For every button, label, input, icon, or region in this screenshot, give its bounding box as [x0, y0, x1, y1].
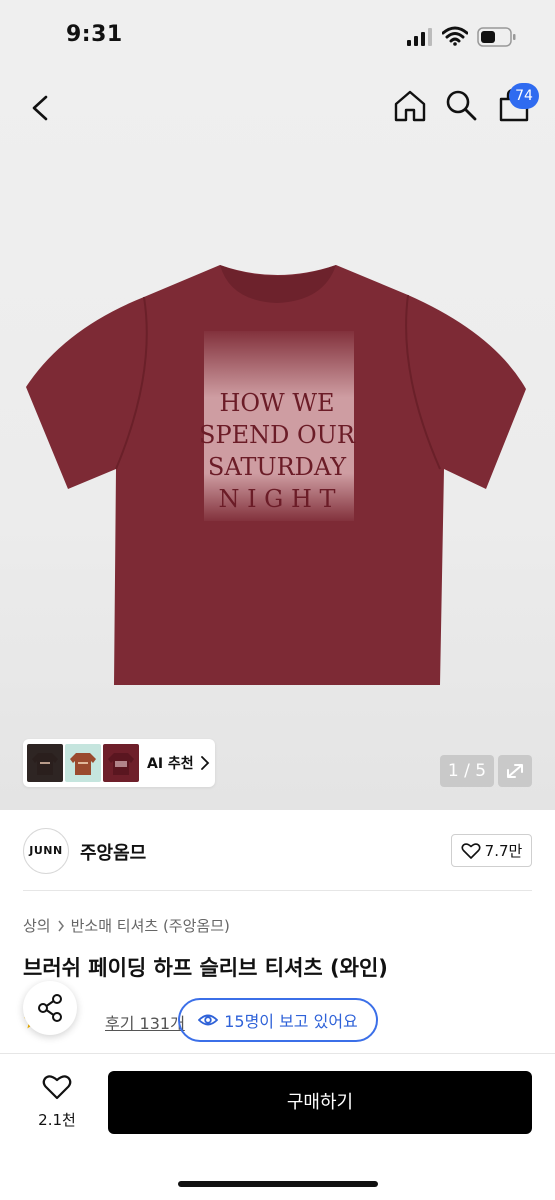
status-time: 9:31	[66, 22, 123, 47]
recommend-thumb-2[interactable]	[65, 744, 101, 782]
product-detail-screen: 9:31 74 HOW WE SPEND OUR SATURDAY N I G …	[0, 0, 555, 1200]
viewers-text: 15명이 보고 있어요	[224, 1012, 358, 1031]
recommend-thumb-1[interactable]	[27, 744, 63, 782]
review-count-link[interactable]: 후기 131개	[105, 1010, 185, 1034]
product-image-gallery[interactable]: 74 HOW WE SPEND OUR SATURDAY N I G H T A…	[0, 75, 555, 810]
brand-logo[interactable]: JUNN	[23, 828, 69, 874]
heart-outline-icon	[461, 842, 481, 859]
chevron-right-icon	[58, 920, 64, 931]
brand-like-button[interactable]: 7.7만	[451, 834, 532, 867]
viewers-pill: 15명이 보고 있어요	[178, 998, 378, 1042]
cart-count-badge: 74	[509, 83, 539, 109]
print-line-1: HOW WE	[219, 389, 334, 417]
eye-icon	[198, 1014, 219, 1026]
brand-name[interactable]: 주앙옴므	[80, 839, 146, 865]
divider	[0, 1053, 555, 1054]
print-line-4: N I G H T	[218, 485, 335, 513]
search-icon[interactable]	[443, 87, 479, 123]
expand-image-button[interactable]	[498, 755, 532, 787]
print-line-3: SATURDAY	[208, 453, 347, 481]
recommend-thumb-3[interactable]	[103, 744, 139, 782]
share-button[interactable]	[23, 981, 77, 1035]
status-bar: 9:31	[0, 0, 555, 75]
signal-icon	[407, 28, 432, 46]
expand-icon	[507, 764, 523, 778]
heart-outline-icon	[42, 1075, 72, 1100]
print-line-2: SPEND OUR	[199, 421, 356, 449]
breadcrumb-category[interactable]: 상의	[23, 915, 51, 936]
home-indicator	[178, 1181, 378, 1187]
review-row: 후기 131개 15명이 보고 있어요	[23, 998, 443, 1042]
home-icon[interactable]	[391, 87, 429, 125]
breadcrumb-subcategory[interactable]: 반소매 티셔츠 (주앙옴므)	[71, 915, 230, 936]
share-icon	[38, 994, 62, 1022]
divider	[23, 890, 532, 891]
chevron-right-icon	[200, 756, 209, 770]
ai-recommend-label: AI 추천	[147, 756, 194, 772]
product-image-tshirt: HOW WE SPEND OUR SATURDAY N I G H T	[26, 265, 526, 685]
breadcrumb: 상의 반소매 티셔츠 (주앙옴므)	[23, 915, 230, 936]
back-chevron-icon[interactable]	[22, 89, 60, 127]
buy-button[interactable]: 구매하기	[108, 1071, 532, 1134]
product-title: 브러쉬 페이딩 하프 슬리브 티셔츠 (와인)	[23, 956, 388, 980]
battery-icon	[477, 27, 516, 47]
ai-recommend-card[interactable]: AI 추천	[23, 739, 215, 787]
wishlist-count: 2.1천	[38, 1111, 76, 1129]
wifi-icon	[442, 26, 468, 46]
wishlist-button[interactable]: 2.1천	[22, 1073, 92, 1133]
brand-like-count: 7.7만	[484, 842, 523, 860]
image-page-indicator: 1 / 5	[440, 755, 494, 787]
